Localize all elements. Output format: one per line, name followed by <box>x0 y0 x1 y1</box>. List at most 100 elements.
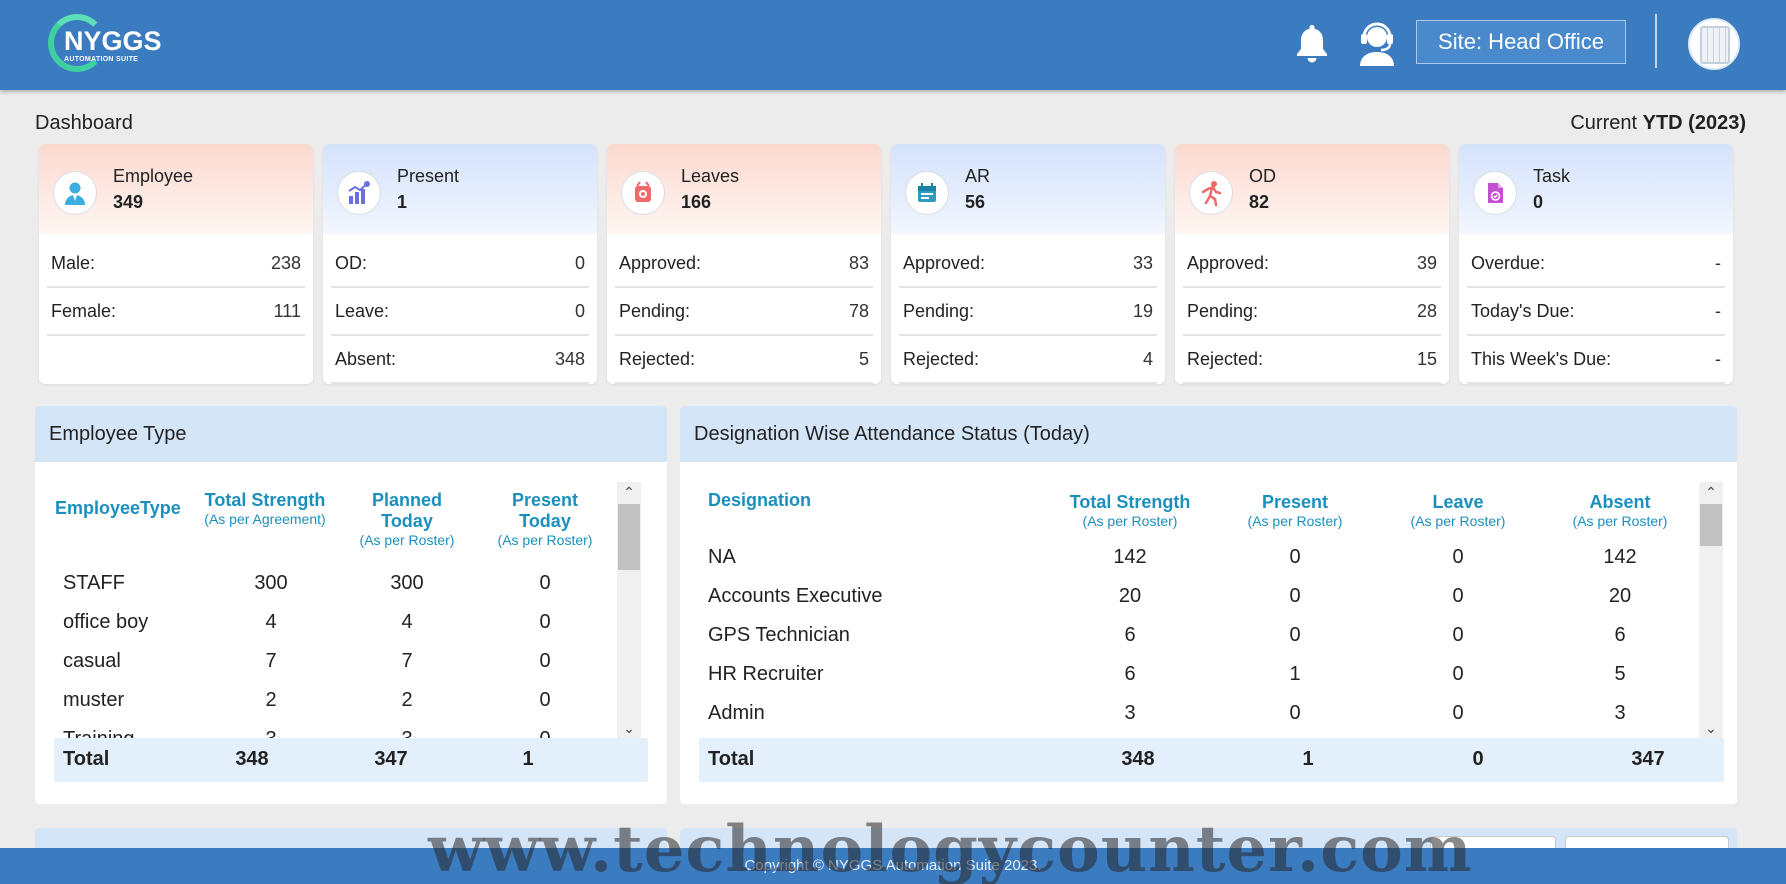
row-label: Leave: <box>335 300 390 321</box>
col-header-employee-type[interactable]: EmployeeType <box>55 498 195 519</box>
present-card[interactable]: Present 1 OD: 0 Leave: 0 Absent: 348 <box>323 144 597 384</box>
row-value: 39 <box>1416 252 1437 273</box>
od-card[interactable]: OD 82 Approved: 39 Pending: 28 Rejected: 15 <box>1175 144 1449 384</box>
row-value: 0 <box>574 252 585 273</box>
employee-type-panel: Employee Type EmployeeType Total Strengt… <box>35 406 667 804</box>
cell-leave: 0 <box>1452 702 1464 724</box>
support-headset-icon[interactable] <box>1356 20 1398 66</box>
page-title: Dashboard <box>35 112 133 134</box>
total-leave: 0 <box>1472 748 1484 770</box>
cell-leave: 0 <box>1452 585 1464 607</box>
cell-absent: 3 <box>1614 702 1626 724</box>
cell-leave: 0 <box>1452 624 1464 646</box>
cell-absent: 142 <box>1603 546 1637 568</box>
scroll-thumb[interactable] <box>618 504 640 570</box>
col-header-absent[interactable]: Absent (As per Roster) <box>1545 492 1695 530</box>
cell-present: 0 <box>1289 546 1301 568</box>
cell-present: 0 <box>539 611 551 633</box>
cell-planned: 7 <box>401 650 413 672</box>
card-row: Absent: 348 <box>331 336 589 384</box>
col-header-present-today[interactable]: Present Today (As per Roster) <box>495 490 595 549</box>
card-row: Pending: 78 <box>615 288 873 336</box>
row-value: 33 <box>1132 252 1153 273</box>
row-label: This Week's Due: <box>1471 348 1612 369</box>
cell-total: 4 <box>265 611 277 633</box>
total-strength: 348 <box>235 748 269 770</box>
cell-designation: Accounts Executive <box>708 585 883 607</box>
employee-type-scrollbar[interactable]: ⌃ ⌄ <box>617 482 641 738</box>
ar-card[interactable]: AR 56 Approved: 33 Pending: 19 Rejected: 4 <box>891 144 1165 384</box>
card-value: 82 <box>1249 192 1270 212</box>
calendar-icon <box>905 171 949 215</box>
logo-subtitle: AUTOMATION SUITE <box>64 56 139 63</box>
nyggs-logo[interactable]: NYGGS AUTOMATION SUITE <box>48 12 162 74</box>
designation-table-body: NA 142 0 0 142 Accounts Executive 20 0 0… <box>680 542 1696 738</box>
col-header-planned-today[interactable]: Planned Today (As per Roster) <box>357 490 457 549</box>
total-present: 1 <box>522 748 534 770</box>
card-label: Leaves <box>681 166 740 186</box>
col-header-leave[interactable]: Leave (As per Roster) <box>1383 492 1533 530</box>
cell-leave: 0 <box>1452 546 1464 568</box>
col-header-present[interactable]: Present (As per Roster) <box>1220 492 1370 530</box>
cell-type: Training <box>63 728 135 738</box>
row-label: Male: <box>51 252 96 273</box>
cell-present: 0 <box>1289 624 1301 646</box>
bell-icon[interactable] <box>1294 22 1330 64</box>
row-label: Female: <box>51 300 117 321</box>
scroll-thumb[interactable] <box>1700 504 1722 546</box>
designation-attendance-panel: Designation Wise Attendance Status (Toda… <box>680 406 1737 804</box>
header-divider <box>1655 14 1657 68</box>
cell-designation: Admin <box>708 702 765 724</box>
cell-absent: 5 <box>1614 663 1626 685</box>
logo-text: NYGGS <box>64 26 162 56</box>
card-row: Leave: 0 <box>331 288 589 336</box>
cell-type: STAFF <box>63 572 125 594</box>
scroll-down-icon[interactable]: ⌄ <box>617 718 641 738</box>
row-label: Approved: <box>619 252 702 273</box>
row-label: Rejected: <box>619 348 696 369</box>
scroll-down-icon[interactable]: ⌄ <box>1699 718 1723 738</box>
employee-card[interactable]: Employee 349 Male: 238 Female: 111 <box>39 144 313 384</box>
panel-title: Designation Wise Attendance Status (Toda… <box>680 406 1737 462</box>
designation-scrollbar[interactable]: ⌃ ⌄ <box>1699 482 1723 738</box>
col-header-total-strength[interactable]: Total Strength (As per Roster) <box>1050 492 1210 530</box>
card-row: Rejected: 15 <box>1183 336 1441 384</box>
cell-leave: 0 <box>1452 663 1464 685</box>
col-header-total-strength[interactable]: Total Strength (As per Agreement) <box>201 490 329 528</box>
scroll-up-icon[interactable]: ⌃ <box>1699 482 1723 502</box>
cell-present: 0 <box>1289 585 1301 607</box>
task-card[interactable]: Task 0 Overdue: - Today's Due: - This Week… <box>1459 144 1733 384</box>
cell-absent: 20 <box>1608 585 1632 607</box>
avatar[interactable] <box>1688 18 1740 70</box>
row-value: 4 <box>1142 348 1153 369</box>
panel-title: Employee Type <box>35 406 667 462</box>
cell-present: 0 <box>505 728 585 738</box>
cell-total: 6 <box>1124 624 1136 646</box>
row-value: 348 <box>554 348 585 369</box>
row-value: - <box>1715 252 1721 273</box>
cell-total: 20 <box>1118 585 1142 607</box>
card-row: Today's Due: - <box>1467 288 1725 336</box>
col-header-designation[interactable]: Designation <box>708 490 908 511</box>
cell-present: 1 <box>1289 663 1301 685</box>
leaves-card[interactable]: Leaves 166 Approved: 83 Pending: 78 Reject… <box>607 144 881 384</box>
designation-total-row: Total 348 1 0 347 <box>699 738 1724 782</box>
card-row: Female: 111 <box>47 288 305 336</box>
scroll-up-icon[interactable]: ⌃ <box>617 482 641 502</box>
row-label: Approved: <box>903 252 986 273</box>
cell-present: 0 <box>1289 702 1301 724</box>
card-value: 1 <box>397 192 408 212</box>
card-label: Present <box>397 166 460 186</box>
cell-designation: GPS Technician <box>708 624 850 646</box>
cell-total: 2 <box>265 689 277 711</box>
site-selector-button[interactable]: Site: Head Office <box>1416 20 1626 64</box>
card-row: This Week's Due: - <box>1467 336 1725 384</box>
card-label: Task <box>1533 166 1571 186</box>
leaves-icon <box>621 171 665 215</box>
employee-type-table-body: STAFF 300 300 0 office boy 4 4 0 casual … <box>35 566 615 738</box>
card-row: Pending: 28 <box>1183 288 1441 336</box>
row-label: Approved: <box>1187 252 1270 273</box>
row-label: OD: <box>335 252 368 273</box>
avatar-image <box>1700 26 1730 64</box>
cell-present: 0 <box>539 689 551 711</box>
